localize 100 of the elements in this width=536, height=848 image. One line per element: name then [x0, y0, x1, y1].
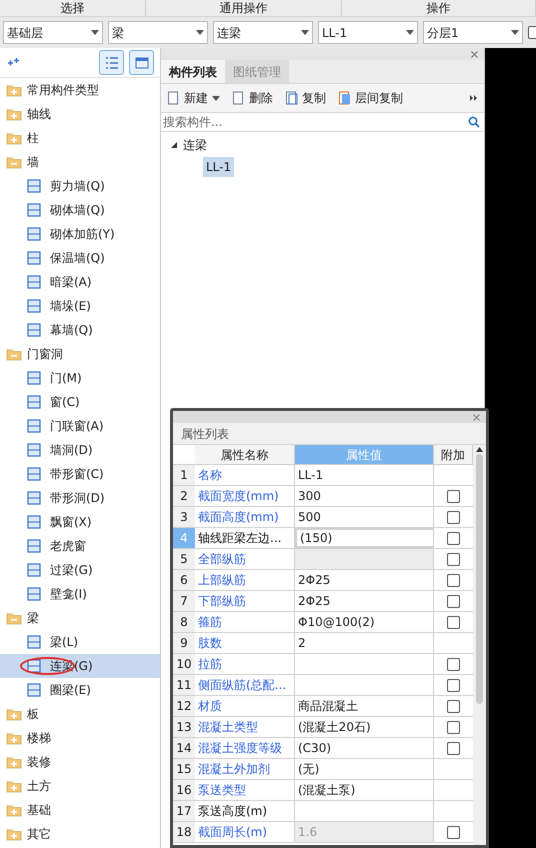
checkbox[interactable]: [447, 742, 460, 754]
tree-item[interactable]: 窗(C): [0, 390, 160, 414]
list-view-button[interactable]: [99, 50, 124, 75]
tree-item[interactable]: 幕墙(Q): [0, 318, 160, 342]
panel-view-button[interactable]: [129, 50, 154, 75]
category-label[interactable]: 土方: [27, 777, 51, 795]
scroll-up-icon[interactable]: [476, 447, 483, 452]
property-value[interactable]: 2Φ25: [295, 591, 434, 611]
checkbox[interactable]: [447, 700, 460, 712]
column-header[interactable]: 属性名称: [195, 445, 295, 464]
group-label[interactable]: 连梁: [183, 136, 207, 154]
toolbar-button[interactable]: 复制: [285, 89, 326, 107]
tree-item[interactable]: 剪力墙(Q): [0, 174, 160, 198]
tree-item[interactable]: 砌体加筋(Y): [0, 222, 160, 246]
property-value[interactable]: 300: [295, 486, 434, 506]
property-value[interactable]: (C30): [295, 738, 434, 758]
tree-item[interactable]: 墙垛(E): [0, 294, 160, 318]
property-value[interactable]: Φ10@100(2): [295, 612, 434, 632]
folder-plus-icon[interactable]: [6, 828, 22, 840]
folder-minus-icon[interactable]: [6, 348, 22, 360]
tree-item[interactable]: 圈梁(E): [0, 678, 160, 702]
property-value[interactable]: (无): [295, 759, 434, 779]
category-label[interactable]: 楼梯: [27, 729, 51, 747]
tree-item[interactable]: 过梁(G): [0, 558, 160, 582]
row-number: 14: [173, 738, 195, 758]
tree-item[interactable]: 带形窗(C): [0, 462, 160, 486]
scrollbar-thumb[interactable]: [476, 454, 483, 704]
close-icon[interactable]: [471, 50, 478, 58]
component-icon: [26, 562, 42, 578]
tree-item[interactable]: 门联窗(A): [0, 414, 160, 438]
checkbox[interactable]: [447, 490, 460, 502]
folder-plus-icon[interactable]: [6, 780, 22, 792]
property-value[interactable]: 2Φ25: [295, 570, 434, 590]
category-label[interactable]: 基础: [27, 801, 51, 819]
tree-item[interactable]: 梁(L): [0, 630, 160, 654]
folder-plus-icon[interactable]: [6, 708, 22, 720]
caret-icon: [301, 30, 309, 35]
property-value[interactable]: LL-1: [295, 465, 434, 485]
tree-item[interactable]: 砌体墙(Q): [0, 198, 160, 222]
property-value[interactable]: (150): [295, 528, 434, 548]
property-value[interactable]: (混凝土泵): [295, 780, 434, 800]
category-label[interactable]: 门窗洞: [27, 345, 63, 363]
checkbox[interactable]: [447, 574, 460, 586]
category-label[interactable]: 常用构件类型: [27, 81, 99, 99]
checkbox[interactable]: [447, 616, 460, 628]
column-header[interactable]: 附加: [434, 445, 473, 464]
add-icon[interactable]: [6, 58, 20, 68]
close-icon[interactable]: [473, 414, 480, 420]
category-label[interactable]: 墙: [27, 153, 39, 171]
category-label[interactable]: 板: [27, 705, 39, 723]
category-label[interactable]: 柱: [27, 129, 39, 147]
folder-minus-icon[interactable]: [6, 156, 22, 168]
list-icon: [104, 56, 118, 68]
checkbox[interactable]: [447, 594, 460, 608]
tree-item[interactable]: 保温墙(Q): [0, 246, 160, 270]
toolbar-button[interactable]: 删除: [232, 89, 273, 107]
tree-item[interactable]: 门(M): [0, 366, 160, 390]
category-label[interactable]: 装修: [27, 753, 51, 771]
checkbox[interactable]: [447, 532, 460, 544]
tree-item[interactable]: 飘窗(X): [0, 510, 160, 534]
selector-dropdown[interactable]: LL-1: [318, 21, 418, 44]
tree-item[interactable]: 老虎窗: [0, 534, 160, 558]
tree-item[interactable]: 墙洞(D): [0, 438, 160, 462]
folder-plus-icon[interactable]: [6, 732, 22, 744]
checkbox[interactable]: [447, 510, 460, 524]
tree-item[interactable]: 暗梁(A): [0, 270, 160, 294]
category-label[interactable]: 梁: [27, 609, 39, 627]
component-icon: [26, 586, 42, 602]
selector-dropdown[interactable]: 基础层: [3, 21, 103, 44]
category-label[interactable]: 轴线: [27, 105, 51, 123]
more-icon[interactable]: [470, 95, 478, 101]
row-number: 4: [173, 528, 195, 548]
row-number: 5: [173, 549, 195, 569]
property-value[interactable]: 2: [295, 633, 434, 653]
folder-plus-icon[interactable]: [6, 84, 22, 96]
caret-icon: [212, 96, 220, 100]
property-value[interactable]: (混凝土20石): [295, 717, 434, 737]
component-item[interactable]: LL-1: [203, 157, 234, 177]
expander-icon[interactable]: [171, 142, 177, 148]
selector-dropdown[interactable]: 连梁: [213, 21, 313, 44]
category-label[interactable]: 其它: [27, 825, 51, 843]
folder-plus-icon[interactable]: [6, 108, 22, 120]
property-value[interactable]: 商品混凝土: [295, 696, 434, 716]
property-value[interactable]: 500: [295, 507, 434, 527]
panel-tab[interactable]: 构件列表: [161, 60, 225, 83]
checkbox[interactable]: [447, 720, 460, 734]
folder-plus-icon[interactable]: [6, 804, 22, 816]
checkbox[interactable]: [447, 678, 460, 692]
tree-item[interactable]: 带形洞(D): [0, 486, 160, 510]
tree-item[interactable]: 壁龛(I): [0, 582, 160, 606]
search-field[interactable]: 搜索构件...: [161, 112, 484, 132]
folder-plus-icon[interactable]: [6, 132, 22, 144]
folder-plus-icon[interactable]: [6, 756, 22, 768]
selector-dropdown[interactable]: 梁: [108, 21, 208, 44]
toolbar-button[interactable]: 新建: [167, 89, 220, 107]
checkbox[interactable]: [447, 658, 460, 670]
search-icon[interactable]: [468, 116, 480, 128]
toolbar-button[interactable]: 层间复制: [338, 89, 403, 107]
selector-dropdown[interactable]: 分层1: [423, 21, 523, 44]
folder-minus-icon[interactable]: [6, 612, 22, 624]
